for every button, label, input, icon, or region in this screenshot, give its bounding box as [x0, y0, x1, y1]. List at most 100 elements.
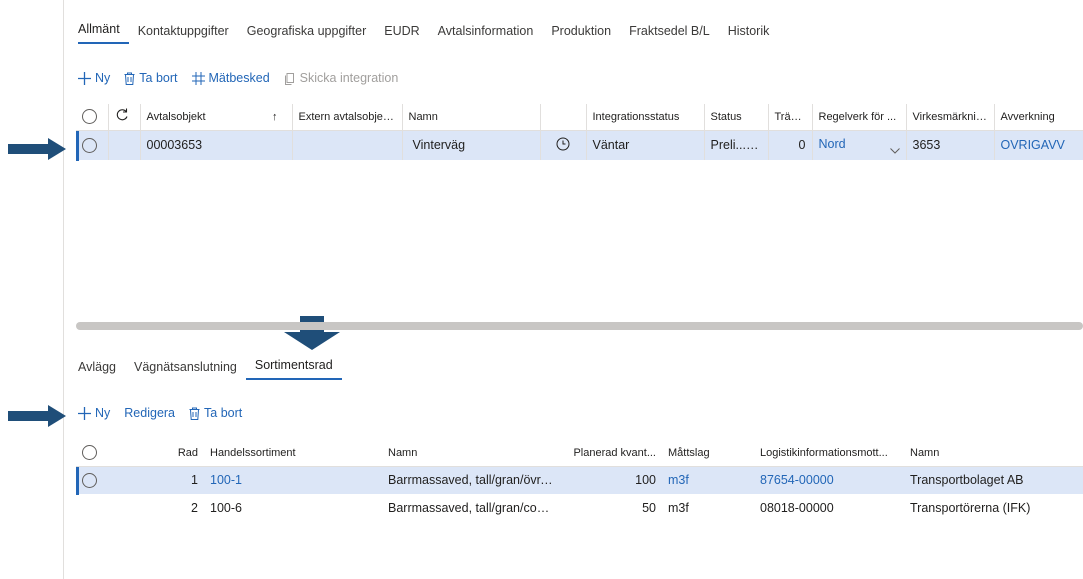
column-header-name[interactable]: Namn [356, 440, 562, 466]
new-row-button[interactable]: Ny [78, 406, 110, 420]
measure-button-label: Mätbesked [208, 71, 270, 85]
new-button-label: Ny [95, 71, 111, 85]
send-integration-label: Skicka integration [299, 71, 399, 85]
cell-name2[interactable]: Transportörerna (IFK) [904, 494, 1083, 522]
column-header-unit[interactable]: Måttslag [662, 440, 754, 466]
edit-button[interactable]: Redigera [124, 406, 175, 420]
table-row[interactable]: 2 100-6 Barrmassaved, tall/gran/contort.… [76, 494, 1083, 522]
tab-sortimentsrad[interactable]: Sortimentsrad [245, 358, 342, 380]
row-select-cell[interactable] [76, 494, 108, 522]
row-select-cell[interactable] [76, 130, 109, 160]
new-button[interactable]: Ny [78, 71, 110, 85]
row-empty-cell [108, 130, 141, 160]
cell-trees[interactable]: 0 [768, 130, 813, 160]
left-border-line [63, 0, 64, 579]
column-header-object[interactable]: Avtalsobjekt ↑ [140, 104, 293, 130]
table-row[interactable]: 00003653 Vinterväg Väntar Preli... 0 Nor… [76, 130, 1083, 160]
cell-row[interactable]: 1 [108, 466, 204, 494]
cell-status[interactable]: Preli... [704, 130, 769, 160]
cell-rules-link[interactable]: Nord [819, 137, 846, 151]
column-header-clock [540, 104, 587, 130]
select-all-cell[interactable] [76, 440, 108, 466]
annotation-arrow-right-icon [8, 138, 66, 160]
tab-historik[interactable]: Historik [719, 24, 779, 44]
column-header-row[interactable]: Rad [108, 440, 204, 466]
row-select-cell[interactable] [76, 466, 108, 494]
cell-sortiment[interactable]: 100-6 [204, 494, 356, 522]
cell-planned[interactable]: 100 [562, 466, 662, 494]
delete-button[interactable]: Ta bort [124, 71, 178, 85]
cell-name2[interactable]: Transportbolaget AB [904, 466, 1083, 494]
tab-avtalsinformation[interactable]: Avtalsinformation [429, 24, 543, 44]
column-header-planned[interactable]: Planerad kvant... [562, 440, 662, 466]
table-row[interactable]: 1 100-1 Barrmassaved, tall/gran/övr, fal… [76, 466, 1083, 494]
column-header-name[interactable]: Namn [402, 104, 541, 130]
cell-sortiment[interactable]: 100-1 [204, 466, 356, 494]
column-header-trees[interactable]: Trädå... [768, 104, 813, 130]
column-header-external[interactable]: Extern avtalsobjek... [292, 104, 403, 130]
delete-button-label: Ta bort [139, 71, 178, 85]
plus-icon [78, 71, 91, 85]
tab-produktion[interactable]: Produktion [542, 24, 620, 44]
trash-icon [124, 72, 135, 85]
delete-row-button[interactable]: Ta bort [189, 406, 242, 420]
new-row-label: Ny [95, 406, 111, 420]
tab-avlagg[interactable]: Avlägg [78, 360, 125, 380]
clock-icon [556, 137, 570, 151]
measure-grid-icon [191, 71, 205, 85]
tab-geografiska-uppgifter[interactable]: Geografiska uppgifter [238, 24, 376, 44]
tab-vagnatsanslutning[interactable]: Vägnätsanslutning [125, 360, 246, 380]
cell-logistics[interactable]: 08018-00000 [754, 494, 904, 522]
row-radio[interactable] [82, 472, 97, 488]
grid-header-row: Rad Handelssortiment Namn Planerad kvant… [76, 440, 1083, 466]
contract-object-grid: Avtalsobjekt ↑ Extern avtalsobjek... Namn… [76, 104, 1083, 160]
cell-object[interactable]: 00003653 [140, 130, 293, 160]
plus-icon [78, 406, 91, 420]
column-header-integration[interactable]: Integrationsstatus [586, 104, 705, 130]
cell-unit[interactable]: m3f [662, 494, 754, 522]
horizontal-scrollbar[interactable] [76, 322, 1083, 330]
cell-harvest[interactable]: OVRIGAVV [994, 130, 1083, 160]
tab-eudr[interactable]: EUDR [375, 24, 428, 44]
selected-row-indicator [76, 467, 79, 495]
assortment-row-grid: Rad Handelssortiment Namn Planerad kvant… [76, 440, 1083, 522]
cell-integration[interactable]: Väntar [586, 130, 705, 160]
tab-fraktsedel[interactable]: Fraktsedel B/L [620, 24, 719, 44]
tab-kontaktuppgifter[interactable]: Kontaktuppgifter [129, 24, 238, 44]
sort-ascending-icon: ↑ [272, 110, 278, 123]
cell-unit[interactable]: m3f [662, 466, 754, 494]
cell-name[interactable]: Barrmassaved, tall/gran/contort... [356, 494, 562, 522]
column-header-status[interactable]: Status [704, 104, 769, 130]
cell-rules[interactable]: Nord [812, 130, 907, 160]
tab-allmant[interactable]: Allmänt [78, 22, 129, 44]
cell-row[interactable]: 2 [108, 494, 204, 522]
cell-planned[interactable]: 50 [562, 494, 662, 522]
selected-row-indicator [76, 131, 79, 161]
cell-logistics[interactable]: 87654-00000 [754, 466, 904, 494]
column-header-rules[interactable]: Regelverk för ... [812, 104, 907, 130]
top-toolbar: Ny Ta bort Mätbesked Skicka integration [78, 69, 412, 87]
refresh-cell[interactable] [108, 104, 141, 130]
column-header-logistics[interactable]: Logistikinformationsmott... [754, 440, 904, 466]
column-header-sortiment[interactable]: Handelssortiment [204, 440, 356, 466]
delete-row-label: Ta bort [204, 406, 243, 420]
select-all-radio[interactable] [82, 445, 97, 461]
select-all-cell[interactable] [76, 104, 109, 130]
top-tab-bar: Allmänt Kontaktuppgifter Geografiska upp… [78, 22, 778, 44]
column-header-marking[interactable]: Virkesmärkning [906, 104, 995, 130]
select-all-radio[interactable] [82, 109, 97, 125]
cell-name[interactable]: Barrmassaved, tall/gran/övr, fall... [356, 466, 562, 494]
row-radio[interactable] [82, 137, 97, 153]
bottom-tab-bar: Avlägg Vägnätsanslutning Sortimentsrad [78, 358, 342, 380]
send-integration-button[interactable]: Skicka integration [284, 71, 399, 85]
cell-name[interactable]: Vinterväg [402, 130, 541, 160]
measure-button[interactable]: Mätbesked [191, 71, 270, 85]
refresh-icon[interactable] [115, 108, 129, 122]
chevron-down-icon[interactable] [889, 147, 900, 154]
column-header-harvest[interactable]: Avverkning [994, 104, 1083, 130]
cell-marking[interactable]: 3653 [906, 130, 995, 160]
document-copy-icon [284, 72, 294, 85]
column-header-object-label: Avtalsobjekt [146, 110, 206, 123]
cell-external[interactable] [292, 130, 403, 160]
column-header-name2[interactable]: Namn [904, 440, 1083, 466]
